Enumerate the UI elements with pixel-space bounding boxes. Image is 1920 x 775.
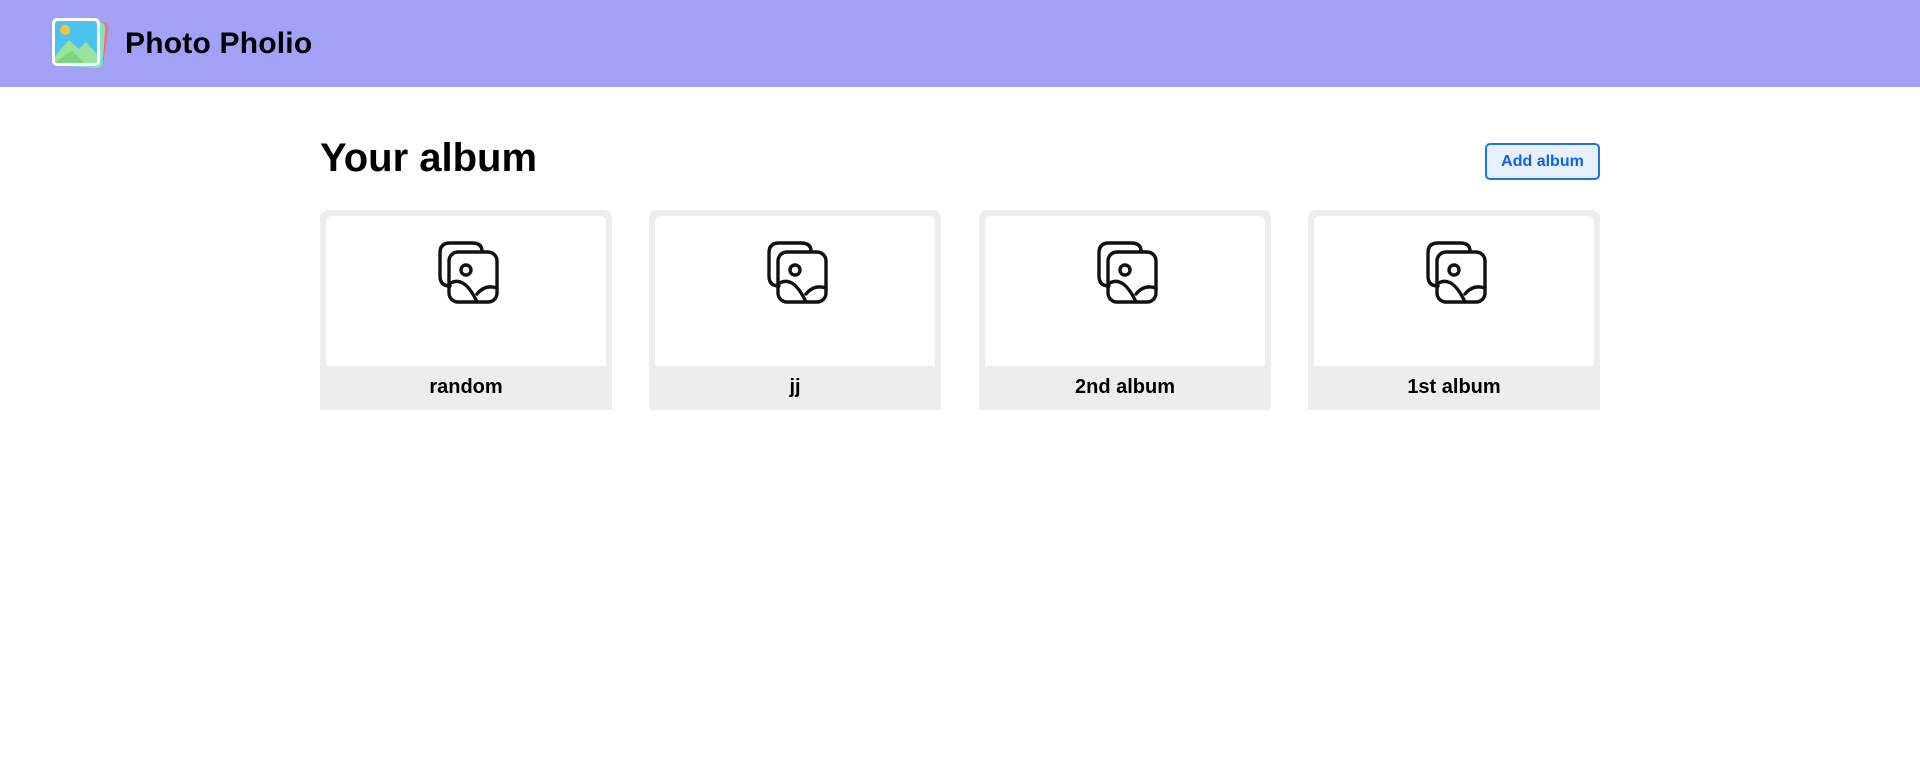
navbar: Photo Pholio	[0, 0, 1920, 87]
album-card[interactable]: jj	[649, 210, 941, 410]
album-name: 1st album	[1407, 376, 1501, 398]
album-name: 2nd album	[1074, 376, 1175, 398]
album-thumbnail	[1314, 216, 1594, 366]
album-card[interactable]: 2nd album	[979, 210, 1271, 410]
album-thumbnail	[985, 216, 1265, 366]
page-header: Your album Add album	[320, 134, 1600, 184]
album-card[interactable]: 1st album	[1308, 210, 1600, 410]
album-thumbnail	[655, 216, 935, 366]
photo-album-icon	[1097, 241, 1158, 304]
album-name: random	[429, 376, 503, 398]
photo-stack-logo-icon	[52, 17, 109, 69]
photo-album-icon	[438, 241, 499, 304]
album-name: jj	[789, 376, 801, 398]
photo-album-icon	[1426, 241, 1487, 304]
album-grid: random jj 2nd album 1st album	[320, 210, 1600, 410]
brand[interactable]: Photo Pholio	[50, 16, 312, 72]
page-title: Your album	[320, 136, 538, 180]
add-album-button[interactable]: Add album	[1485, 143, 1600, 180]
album-card[interactable]: random	[320, 210, 612, 410]
photo-album-icon	[767, 241, 828, 304]
album-thumbnail	[326, 216, 606, 366]
brand-name: Photo Pholio	[125, 27, 313, 60]
